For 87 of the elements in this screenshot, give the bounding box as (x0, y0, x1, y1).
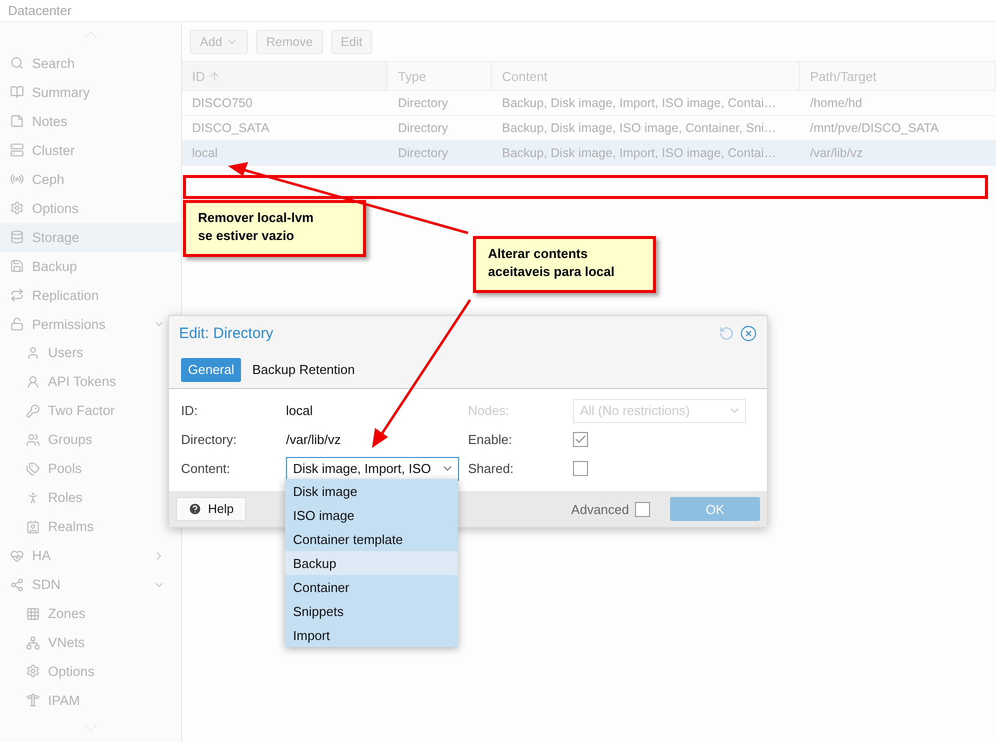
users-icon (26, 432, 40, 447)
note-icon (10, 114, 24, 128)
table-cell: /home/hd (800, 91, 996, 116)
table-cell: Backup, Disk image, Import, ISO image, Contai… (492, 91, 800, 116)
sidebar-item[interactable]: Cluster (0, 136, 181, 165)
sidebar-item[interactable]: API Tokens (0, 367, 181, 396)
callout-note: Remover local-lvm se estiver vazio (183, 200, 366, 257)
key-icon (26, 404, 40, 418)
field-label: Enable: (468, 432, 514, 447)
dialog-title: Edit: Directory (179, 325, 274, 342)
toolbar-button[interactable]: Add (190, 30, 248, 54)
dropdown-option[interactable]: Backup (285, 551, 458, 575)
sidebar-item[interactable]: Groups (0, 425, 181, 454)
dropdown-option[interactable]: Disk image (285, 479, 458, 503)
sidebar-item[interactable]: Zones (0, 599, 181, 628)
network-icon (26, 636, 40, 650)
dropdown-option[interactable]: Container (285, 575, 458, 599)
column-header[interactable]: Content (492, 62, 800, 91)
field-label: Content: (181, 461, 232, 476)
sidebar-item[interactable]: Replication (0, 280, 181, 310)
sidebar-item[interactable]: Summary (0, 78, 181, 107)
toolbar-button[interactable]: Remove (256, 30, 323, 54)
sidebar-item[interactable]: Options (0, 656, 181, 686)
help-icon (188, 502, 202, 516)
dropdown-option[interactable]: ISO image (285, 503, 458, 527)
dropdown-option[interactable]: Container template (285, 527, 458, 551)
user-icon (26, 374, 40, 389)
sidebar-item[interactable]: HA (0, 541, 181, 570)
checkbox[interactable] (635, 502, 650, 516)
repeat-icon (10, 288, 24, 302)
share-icon (10, 578, 24, 592)
grid-icon (26, 606, 40, 621)
contact-card-icon (26, 520, 40, 534)
sidebar-item[interactable]: IPAM (0, 686, 181, 715)
sidebar-item[interactable]: Storage (0, 222, 181, 252)
field-label: ID: (181, 403, 199, 418)
reset-icon[interactable] (719, 326, 734, 341)
tags-icon (26, 462, 40, 476)
field-value: /var/lib/vz (286, 432, 341, 447)
gear-icon (26, 664, 40, 678)
sidebar-item[interactable]: Pools (0, 454, 181, 484)
field-label: Directory: (181, 432, 238, 447)
tab[interactable]: General (181, 358, 242, 382)
close-icon[interactable] (740, 325, 757, 342)
dropdown-option[interactable]: Import (285, 623, 458, 647)
heart-icon (10, 548, 24, 563)
sidebar-item[interactable]: SDN (0, 570, 181, 600)
table-cell: DISCO750 (182, 91, 388, 116)
column-header[interactable]: Path/Target (800, 62, 996, 91)
sidebar-item[interactable]: Notes (0, 106, 181, 136)
field-value: local (286, 403, 313, 418)
tab[interactable]: Backup Retention (245, 358, 362, 382)
sidebar-item[interactable]: Search (0, 48, 181, 78)
sidebar-item[interactable]: Permissions (0, 310, 181, 338)
dropdown-option[interactable]: Snippets (285, 599, 458, 623)
signpost-icon (26, 693, 40, 708)
table-cell: Backup, Disk image, Import, ISO image, Contai… (492, 141, 800, 166)
sort-arrow-icon (208, 70, 221, 82)
field-label: Shared: (468, 461, 515, 476)
floppy-icon (10, 259, 24, 274)
server-icon (10, 143, 24, 158)
table-cell: /var/lib/vz (800, 141, 996, 166)
database-icon (10, 230, 24, 244)
sidebar-item[interactable]: Backup (0, 252, 181, 281)
callout-note: Alterar contents aceitaveis para local (473, 236, 656, 293)
column-header[interactable]: Type (388, 62, 492, 91)
user-icon (26, 346, 40, 360)
table-cell: Directory (388, 141, 492, 166)
table-cell: local (182, 141, 388, 166)
gear-icon (10, 201, 24, 216)
book-icon (10, 85, 24, 100)
table-cell: Directory (388, 91, 492, 116)
antenna-icon (10, 172, 24, 186)
sidebar-item[interactable]: Two Factor (0, 396, 181, 426)
checkbox[interactable] (573, 432, 588, 447)
advanced-label: Advanced (571, 502, 629, 516)
help-button[interactable]: Help (176, 497, 246, 521)
sidebar-item[interactable]: Users (0, 338, 181, 368)
sidebar-item[interactable]: Ceph (0, 164, 181, 194)
toolbar-button[interactable]: Edit (330, 30, 372, 54)
sidebar-item[interactable]: Options (0, 194, 181, 223)
padlock-icon (10, 317, 24, 332)
sidebar-item[interactable]: VNets (0, 628, 181, 657)
checkbox[interactable] (573, 461, 588, 476)
search-icon (10, 56, 24, 70)
header-title: Datacenter (8, 3, 72, 18)
person-icon (26, 490, 40, 505)
